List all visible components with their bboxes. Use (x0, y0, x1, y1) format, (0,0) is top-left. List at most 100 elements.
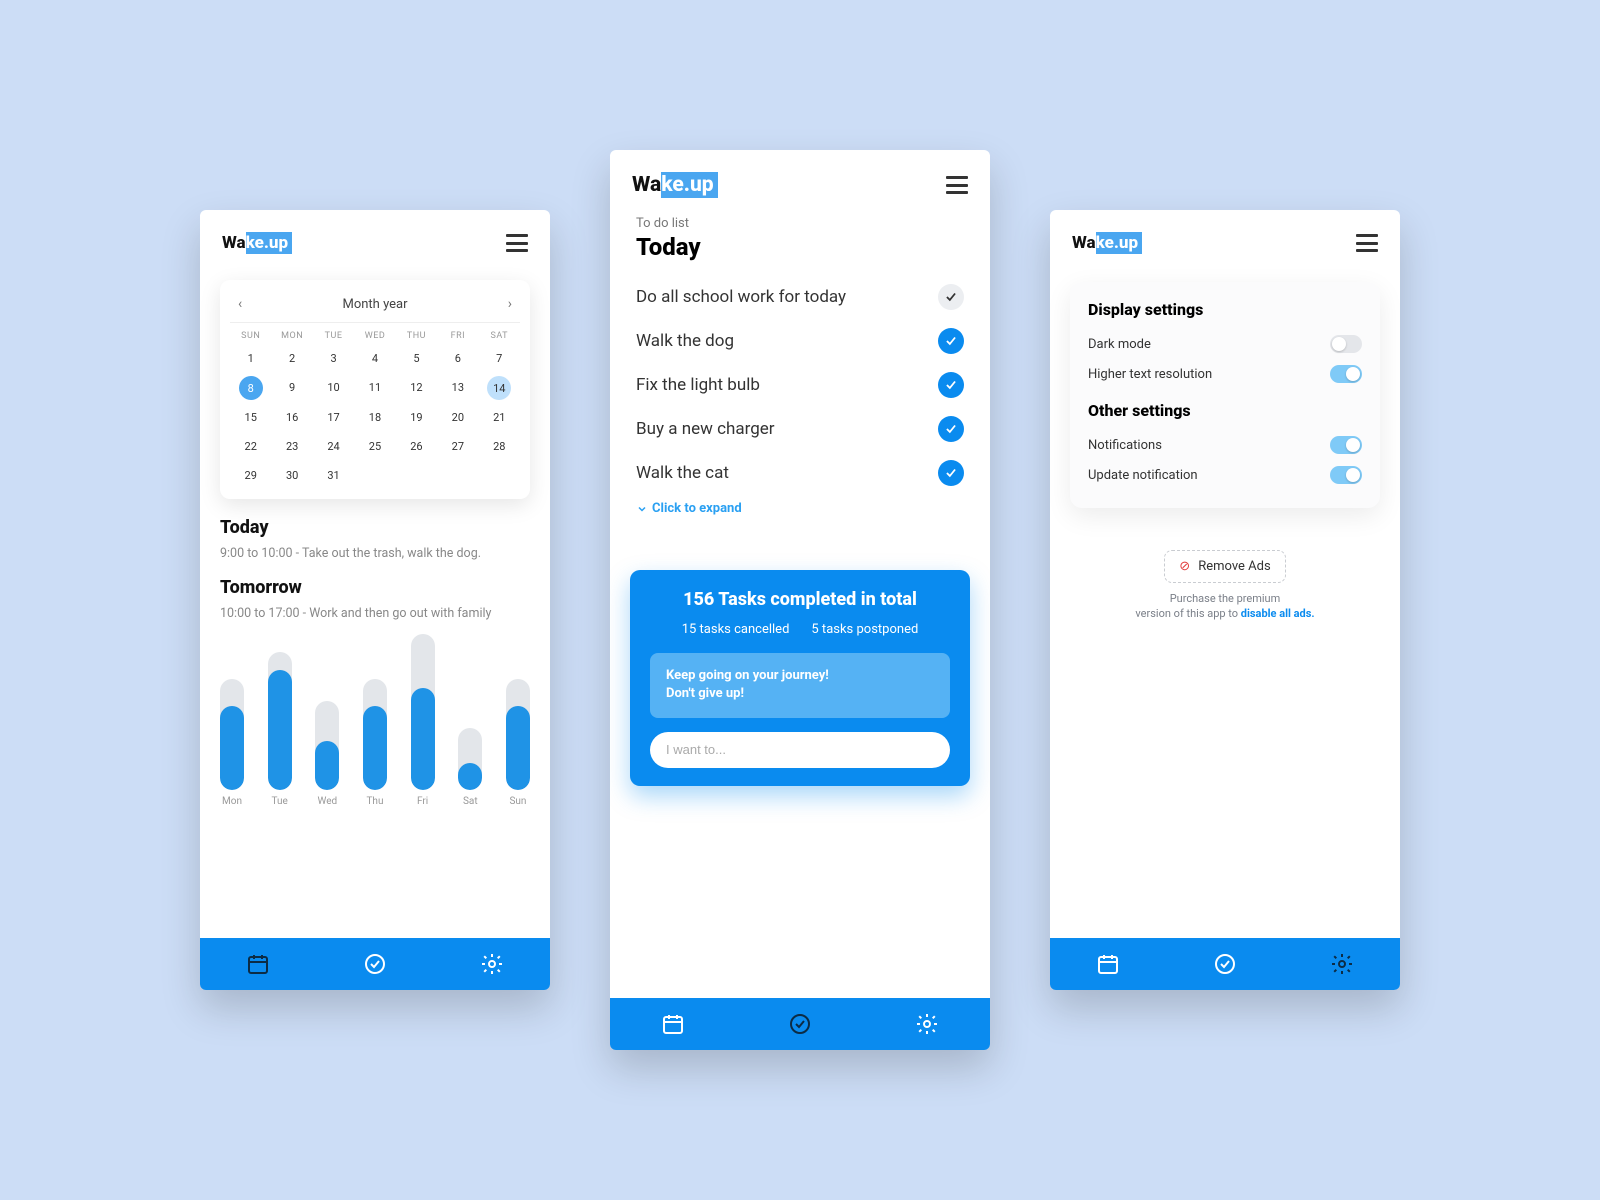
calendar-day[interactable]: 21 (479, 406, 520, 429)
calendar-day[interactable]: 9 (271, 376, 312, 400)
todo-title: Today (610, 231, 990, 275)
logo-part1: Wa (1072, 233, 1096, 253)
calendar-day[interactable]: 11 (354, 376, 395, 400)
todo-checkbox[interactable] (938, 328, 964, 354)
menu-icon[interactable] (1356, 234, 1378, 252)
toggle-notifications[interactable] (1330, 436, 1362, 454)
chart-bar: Thu (363, 679, 387, 807)
want-field[interactable] (650, 732, 950, 768)
calendar-title: Month year (342, 297, 407, 312)
app-logo: Wake.up (222, 232, 292, 254)
toggle-text-resolution[interactable] (1330, 365, 1362, 383)
calendar-day[interactable]: 26 (396, 435, 437, 458)
calendar-day[interactable]: 3 (313, 347, 354, 370)
calendar-day[interactable]: 31 (313, 464, 354, 487)
todo-checkbox[interactable] (938, 416, 964, 442)
check-circle-icon[interactable] (1213, 952, 1237, 976)
calendar-day[interactable]: 27 (437, 435, 478, 458)
calendar-dow: TUE (313, 331, 354, 341)
logo-part1: Wa (632, 173, 661, 197)
expand-button[interactable]: Click to expand (610, 495, 990, 534)
other-settings-title: Other settings (1088, 401, 1362, 420)
calendar-day[interactable]: 8 (239, 376, 263, 400)
todo-checkbox[interactable] (938, 284, 964, 310)
encouragement: Keep going on your journey! Don't give u… (650, 653, 950, 717)
gear-icon[interactable] (1330, 952, 1354, 976)
calendar-day[interactable]: 5 (396, 347, 437, 370)
setting-label: Update notification (1088, 468, 1198, 483)
todo-item: Do all school work for today (610, 275, 990, 319)
todo-checkbox[interactable] (938, 460, 964, 486)
gear-icon[interactable] (480, 952, 504, 976)
chevron-left-icon[interactable]: ‹ (238, 296, 242, 312)
logo-part2: ke.up (246, 232, 292, 254)
app-logo: Wake.up (1072, 232, 1142, 254)
toggle-update-notification[interactable] (1330, 466, 1362, 484)
chart-bar: Sun (506, 679, 530, 807)
chart-bar: Wed (315, 701, 339, 807)
chart-bar-label: Mon (222, 796, 242, 807)
setting-row: Dark mode (1088, 329, 1362, 359)
calendar-day[interactable]: 14 (487, 376, 511, 400)
calendar-day[interactable]: 12 (396, 376, 437, 400)
chart-bar-label: Tue (271, 796, 287, 807)
todo-item: Walk the cat (610, 451, 990, 495)
todo-checkbox[interactable] (938, 372, 964, 398)
todo-label: Do all school work for today (636, 287, 846, 307)
calendar-day[interactable]: 20 (437, 406, 478, 429)
calendar-day[interactable]: 7 (479, 347, 520, 370)
calendar-dow: SUN (230, 331, 271, 341)
bottom-nav (1050, 938, 1400, 990)
encourage-line2: Don't give up! (666, 685, 934, 703)
check-circle-icon[interactable] (788, 1012, 812, 1036)
calendar-day[interactable]: 4 (354, 347, 395, 370)
menu-icon[interactable] (506, 234, 528, 252)
calendar-day[interactable]: 30 (271, 464, 312, 487)
header: Wake.up (1050, 210, 1400, 264)
calendar-day[interactable]: 22 (230, 435, 271, 458)
todo-subtitle: To do list (610, 208, 990, 231)
calendar-day[interactable]: 25 (354, 435, 395, 458)
calendar-day[interactable]: 16 (271, 406, 312, 429)
calendar-day[interactable]: 15 (230, 406, 271, 429)
stats-cancelled: 15 tasks cancelled (682, 622, 790, 637)
calendar-day[interactable]: 18 (354, 406, 395, 429)
check-circle-icon[interactable] (363, 952, 387, 976)
toggle-dark-mode[interactable] (1330, 335, 1362, 353)
calendar-day[interactable]: 6 (437, 347, 478, 370)
calendar-day[interactable]: 17 (313, 406, 354, 429)
calendar-day[interactable]: 29 (230, 464, 271, 487)
calendar-day[interactable]: 2 (271, 347, 312, 370)
chevron-right-icon[interactable]: › (508, 296, 512, 312)
calendar-icon[interactable] (246, 952, 270, 976)
logo-part2: ke.up (1096, 232, 1142, 254)
calendar-dow: SAT (479, 331, 520, 341)
calendar-day[interactable]: 28 (479, 435, 520, 458)
encourage-line1: Keep going on your journey! (666, 667, 934, 685)
menu-icon[interactable] (946, 176, 968, 194)
chart-bar-label: Thu (366, 796, 383, 807)
setting-row: Update notification (1088, 460, 1362, 490)
header: Wake.up (610, 150, 990, 208)
chart-bar: Sat (458, 728, 482, 807)
chart-bar-label: Wed (317, 796, 337, 807)
calendar-icon[interactable] (661, 1012, 685, 1036)
remove-ads-button[interactable]: ⊘ Remove Ads (1164, 550, 1285, 583)
setting-label: Notifications (1088, 438, 1162, 453)
calendar-day[interactable]: 24 (313, 435, 354, 458)
calendar-icon[interactable] (1096, 952, 1120, 976)
chart-bar: Tue (268, 652, 292, 807)
todo-label: Fix the light bulb (636, 375, 760, 395)
want-input[interactable] (666, 742, 934, 757)
stats-row: 15 tasks cancelled 5 tasks postponed (650, 622, 950, 637)
calendar-day[interactable]: 13 (437, 376, 478, 400)
calendar-day[interactable]: 19 (396, 406, 437, 429)
ads-note-emphasis: disable all ads. (1241, 607, 1315, 620)
ads-note: Purchase the premium version of this app… (1050, 591, 1400, 622)
app-logo: Wake.up (632, 172, 718, 198)
calendar-day[interactable]: 10 (313, 376, 354, 400)
ads-note-line2: version of this app to (1135, 607, 1240, 620)
calendar-day[interactable]: 1 (230, 347, 271, 370)
gear-icon[interactable] (915, 1012, 939, 1036)
calendar-day[interactable]: 23 (271, 435, 312, 458)
